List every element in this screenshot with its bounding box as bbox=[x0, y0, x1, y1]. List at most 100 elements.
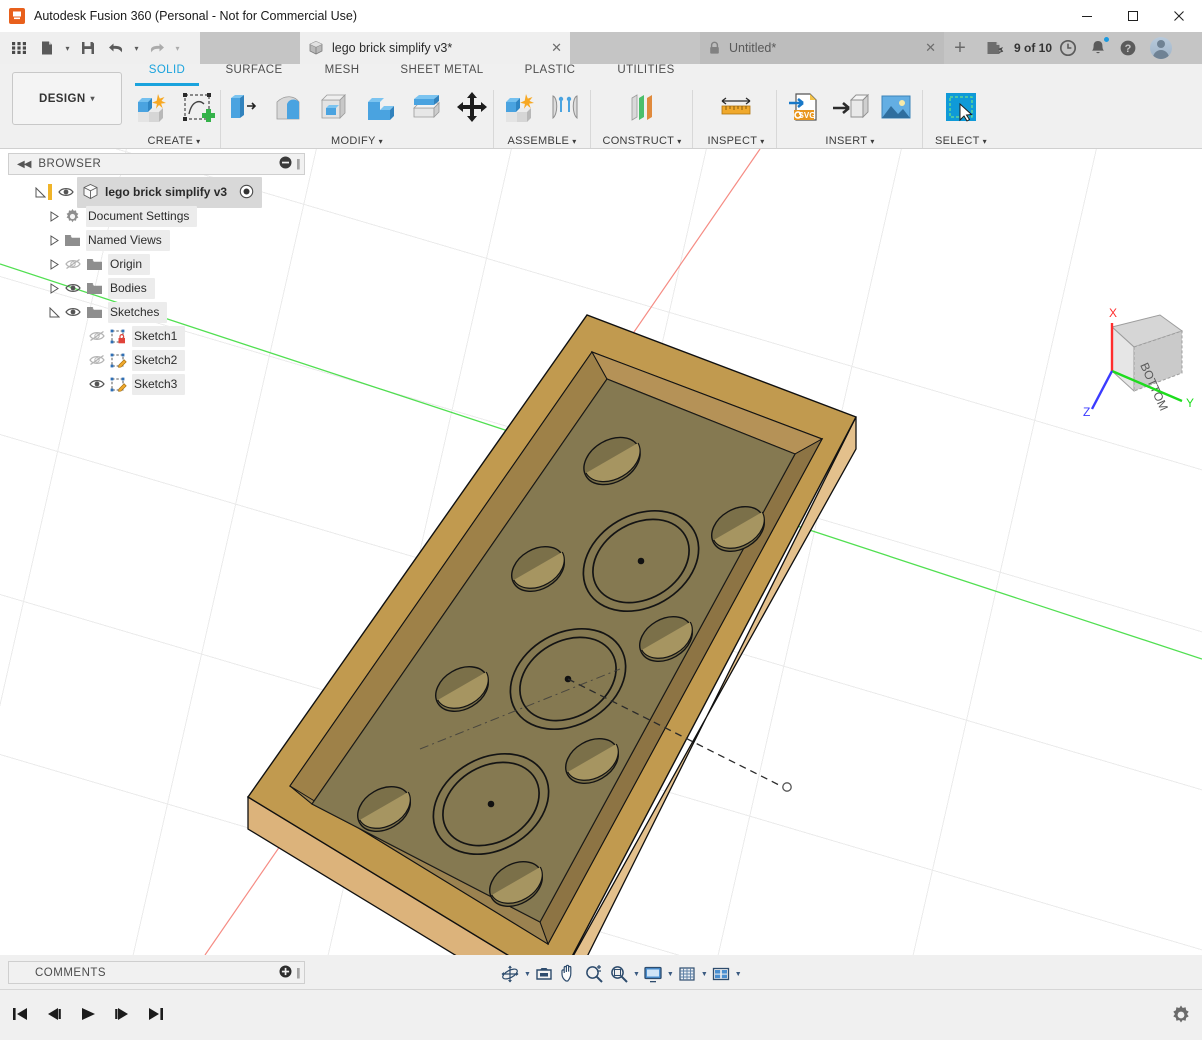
maximize-button[interactable] bbox=[1110, 0, 1156, 32]
insert-derive-icon[interactable] bbox=[829, 86, 871, 128]
offset-plane-icon[interactable] bbox=[621, 86, 663, 128]
zoom-icon[interactable] bbox=[582, 962, 606, 986]
zoom-window-icon[interactable] bbox=[607, 962, 631, 986]
create-sketch-new-icon[interactable] bbox=[130, 86, 172, 128]
minimize-panel-icon[interactable] bbox=[279, 156, 296, 172]
insert-canvas-image-icon[interactable] bbox=[875, 86, 917, 128]
tree-item-sketches[interactable]: Sketches bbox=[8, 300, 305, 324]
jump-to-beginning-button[interactable] bbox=[8, 999, 32, 1029]
twisty-collapsed-icon[interactable] bbox=[46, 276, 62, 300]
shell-icon[interactable] bbox=[313, 86, 355, 128]
app-grid-icon[interactable] bbox=[6, 35, 32, 61]
add-comment-icon[interactable] bbox=[279, 965, 296, 981]
new-tab-button[interactable]: + bbox=[944, 32, 976, 64]
grid-snaps-icon[interactable] bbox=[675, 962, 699, 986]
document-tab-lego-brick[interactable]: lego brick simplify v3* ✕ bbox=[300, 32, 570, 64]
select-window-icon[interactable] bbox=[940, 86, 982, 128]
tab-mesh[interactable]: MESH bbox=[325, 64, 360, 84]
tree-item-root-component[interactable]: lego brick simplify v3 bbox=[8, 180, 305, 204]
tree-item-sketch2[interactable]: Sketch2 bbox=[8, 348, 305, 372]
job-count-label: 9 of 10 bbox=[1014, 41, 1052, 55]
redo-caret-icon[interactable]: ▾ bbox=[172, 35, 183, 61]
twisty-collapsed-icon[interactable] bbox=[46, 228, 62, 252]
bell-icon[interactable] bbox=[1084, 32, 1112, 64]
job-status-icon[interactable] bbox=[980, 32, 1010, 64]
insert-group-label[interactable]: INSERT▾ bbox=[780, 135, 920, 147]
twisty-collapsed-icon[interactable] bbox=[46, 204, 62, 228]
orbit-icon[interactable] bbox=[498, 962, 522, 986]
visibility-eye-hidden-icon[interactable] bbox=[86, 324, 108, 348]
visibility-eye-icon[interactable] bbox=[62, 300, 84, 324]
tab-solid[interactable]: SOLID bbox=[149, 64, 186, 84]
visibility-eye-hidden-icon[interactable] bbox=[86, 348, 108, 372]
document-tab-untitled[interactable]: Untitled* ✕ bbox=[700, 32, 944, 64]
twisty-expanded-icon[interactable] bbox=[32, 180, 48, 204]
create-sketch-plus-icon[interactable] bbox=[176, 86, 218, 128]
split-face-icon[interactable] bbox=[405, 86, 447, 128]
jump-to-end-button[interactable] bbox=[144, 999, 168, 1029]
chevron-down-icon[interactable]: ▼ bbox=[524, 971, 531, 978]
display-settings-icon[interactable] bbox=[641, 962, 665, 986]
pan-icon[interactable] bbox=[557, 962, 581, 986]
combine-icon[interactable] bbox=[359, 86, 401, 128]
construct-group-label[interactable]: CONSTRUCT▾ bbox=[594, 135, 690, 147]
undo-icon[interactable] bbox=[103, 35, 129, 61]
panel-grip-icon[interactable]: ||| bbox=[296, 967, 304, 979]
close-icon[interactable]: ✕ bbox=[915, 40, 936, 56]
help-icon[interactable]: ? bbox=[1114, 32, 1142, 64]
chevron-down-icon[interactable]: ▼ bbox=[667, 971, 674, 978]
new-component-icon[interactable] bbox=[498, 86, 540, 128]
save-icon[interactable] bbox=[75, 35, 101, 61]
user-avatar-icon[interactable] bbox=[1150, 37, 1172, 59]
press-pull-icon[interactable] bbox=[221, 86, 263, 128]
tree-item-origin[interactable]: Origin bbox=[8, 252, 305, 276]
tree-item-named-views[interactable]: Named Views bbox=[8, 228, 305, 252]
tab-sheet-metal[interactable]: SHEET METAL bbox=[400, 64, 483, 84]
step-back-button[interactable] bbox=[42, 999, 66, 1029]
collapse-left-icon[interactable]: ◀◀ bbox=[9, 159, 38, 170]
chevron-down-icon[interactable]: ▼ bbox=[633, 971, 640, 978]
visibility-eye-icon[interactable] bbox=[62, 276, 84, 300]
viewports-icon[interactable] bbox=[709, 962, 733, 986]
twisty-expanded-icon[interactable] bbox=[46, 300, 62, 324]
new-document-caret-icon[interactable]: ▾ bbox=[62, 35, 73, 61]
chevron-down-icon[interactable]: ▼ bbox=[701, 971, 708, 978]
look-at-icon[interactable] bbox=[532, 962, 556, 986]
visibility-eye-hidden-icon[interactable] bbox=[62, 252, 84, 276]
close-button[interactable] bbox=[1156, 0, 1202, 32]
recent-clock-icon[interactable] bbox=[1054, 32, 1082, 64]
inspect-group-label[interactable]: INSPECT▾ bbox=[700, 135, 772, 147]
visibility-eye-icon[interactable] bbox=[55, 180, 77, 204]
visibility-eye-icon[interactable] bbox=[86, 372, 108, 396]
move-copy-icon[interactable] bbox=[451, 86, 493, 128]
fillet-icon[interactable] bbox=[267, 86, 309, 128]
tree-item-document-settings[interactable]: Document Settings bbox=[8, 204, 305, 228]
tab-plastic[interactable]: PLASTIC bbox=[525, 64, 576, 84]
new-document-icon[interactable] bbox=[34, 35, 60, 61]
minimize-button[interactable] bbox=[1064, 0, 1110, 32]
select-group-label[interactable]: SELECT▾ bbox=[926, 135, 996, 147]
settings-gear-icon[interactable] bbox=[1170, 1004, 1192, 1026]
tree-item-sketch1[interactable]: Sketch1 bbox=[8, 324, 305, 348]
play-button[interactable] bbox=[76, 999, 100, 1029]
close-icon[interactable]: ✕ bbox=[541, 40, 562, 56]
insert-svg-icon[interactable]: SVG bbox=[783, 86, 825, 128]
gear-icon bbox=[62, 204, 82, 228]
tree-item-sketch3[interactable]: Sketch3 bbox=[8, 372, 305, 396]
twisty-collapsed-icon[interactable] bbox=[46, 252, 62, 276]
redo-icon[interactable] bbox=[144, 35, 170, 61]
tree-item-bodies[interactable]: Bodies bbox=[8, 276, 305, 300]
joint-icon[interactable] bbox=[544, 86, 586, 128]
chevron-down-icon[interactable]: ▼ bbox=[735, 971, 742, 978]
create-group-label[interactable]: CREATE▾ bbox=[129, 135, 219, 147]
assemble-group-label[interactable]: ASSEMBLE▾ bbox=[497, 135, 587, 147]
measure-icon[interactable] bbox=[715, 86, 757, 128]
undo-caret-icon[interactable]: ▾ bbox=[131, 35, 142, 61]
tab-utilities[interactable]: UTILITIES bbox=[617, 64, 674, 84]
tab-surface[interactable]: SURFACE bbox=[225, 64, 282, 84]
step-forward-button[interactable] bbox=[110, 999, 134, 1029]
activate-radio-icon[interactable] bbox=[238, 184, 254, 200]
modify-group-label[interactable]: MODIFY▾ bbox=[222, 135, 492, 147]
panel-grip-icon[interactable]: ||| bbox=[296, 158, 304, 170]
workspace-selector[interactable]: DESIGN ▾ bbox=[12, 72, 122, 125]
